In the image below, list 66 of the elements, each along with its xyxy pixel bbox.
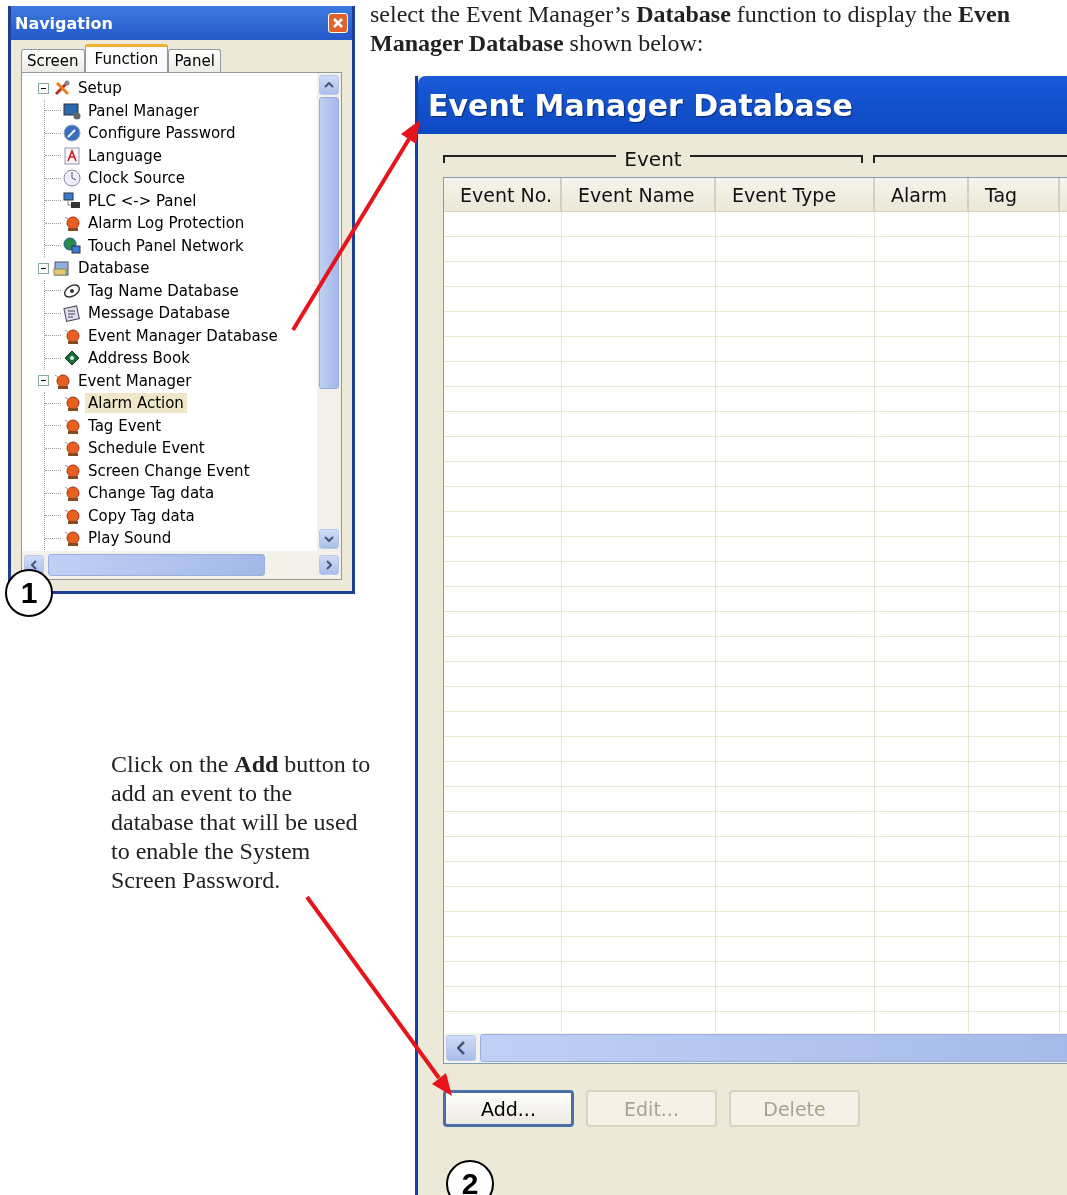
tree-item[interactable]: Schedule Event (85, 438, 208, 459)
bell-icon (53, 371, 71, 390)
add-button[interactable]: Add... (443, 1090, 574, 1127)
instruction-text: Click on the Add button to add an event to the database that will be used to enable the System Screen Password. (111, 750, 372, 895)
wrench-disc-icon (63, 124, 81, 143)
tree-item[interactable]: Configure Password (85, 123, 239, 144)
tree-item[interactable]: Touch Panel Network (85, 235, 247, 256)
vertical-scrollbar[interactable] (317, 73, 341, 551)
step-badge: 1 (5, 569, 53, 617)
column-header[interactable]: Event Name (562, 178, 716, 211)
tree-item[interactable]: Tag Event (85, 415, 165, 436)
bell-icon (63, 326, 81, 345)
tree-item[interactable]: Copy Tag data (85, 505, 198, 526)
tab[interactable]: Panel (168, 49, 221, 72)
tag-icon (63, 281, 81, 300)
tree-item[interactable]: PLC <-> Panel (85, 190, 200, 211)
tree-item[interactable]: Screen Change Event (85, 460, 253, 481)
tree-item[interactable]: Message Database (85, 303, 234, 324)
tree-item[interactable]: Address Book (85, 348, 193, 369)
tab[interactable]: Screen (21, 49, 85, 72)
tree-item[interactable]: Event Manager (75, 370, 195, 391)
computers-icon (63, 191, 81, 210)
book-icon (63, 349, 81, 368)
bell-icon (63, 416, 81, 435)
tree-item[interactable]: Database (75, 258, 153, 279)
tree-item[interactable]: Language (85, 145, 166, 166)
horizontal-scrollbar[interactable] (22, 551, 341, 579)
tree-item[interactable]: Alarm Log Protection (85, 213, 248, 234)
globe-icon (63, 236, 81, 255)
horizontal-scrollbar[interactable] (444, 1033, 1067, 1063)
bell-icon (63, 506, 81, 525)
bell-icon (63, 461, 81, 480)
bell-icon (63, 529, 81, 548)
close-icon (332, 17, 344, 29)
bell-icon (63, 439, 81, 458)
collapse-toggle[interactable] (38, 375, 49, 387)
group-label: Event (624, 147, 682, 171)
window-title: Event Manager Database (428, 87, 853, 123)
column-header[interactable]: Tag (969, 178, 1060, 211)
folder-icon (53, 259, 71, 278)
window-title: Navigation (15, 13, 113, 33)
tree-item[interactable]: Panel Manager (85, 100, 202, 121)
tab[interactable]: Function (84, 44, 169, 72)
tree-item[interactable]: Event Manager Database (85, 325, 281, 346)
tree-item[interactable]: Clock Source (85, 168, 189, 189)
bell-icon (63, 214, 81, 233)
column-header[interactable]: Event No. (444, 178, 562, 211)
tree-item[interactable]: Setup (75, 78, 125, 99)
collapse-toggle[interactable] (38, 82, 49, 94)
column-header[interactable]: Event Type (716, 178, 875, 211)
collapse-toggle[interactable] (38, 262, 49, 274)
tree-item[interactable]: Alarm Action (85, 393, 187, 414)
clock-icon (63, 169, 81, 188)
monitor-icon (63, 101, 81, 120)
tree-item[interactable]: Play Sound (85, 528, 175, 549)
step-badge: 2 (446, 1160, 494, 1195)
bell-icon (63, 394, 81, 413)
column-header[interactable]: Alarm (875, 178, 969, 211)
tools-icon (53, 79, 71, 98)
notepad-icon (63, 304, 81, 323)
close-button[interactable] (328, 13, 348, 33)
bell-icon (63, 484, 81, 503)
tree-item[interactable]: Tag Name Database (85, 280, 242, 301)
intro-text: select the Event Manager’s Database function to display the Even Manager Database shown below: (370, 0, 1012, 58)
tree-item[interactable]: Change Tag data (85, 483, 218, 504)
letter-icon (63, 146, 81, 165)
